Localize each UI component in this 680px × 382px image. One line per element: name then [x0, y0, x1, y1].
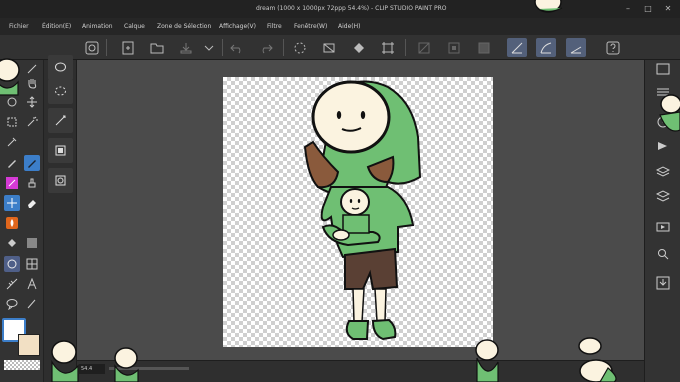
deselect-icon[interactable] — [414, 38, 434, 57]
zoom-value[interactable]: 54.4 — [79, 364, 105, 374]
menu-edit[interactable]: Édition(E) — [42, 23, 71, 30]
fill-tool-icon[interactable] — [4, 235, 20, 251]
selection-pen-subtool-icon[interactable] — [48, 138, 73, 163]
import-icon[interactable] — [653, 273, 673, 293]
pen-stabilizer-1-icon[interactable] — [507, 38, 527, 57]
new-document-icon[interactable] — [118, 38, 138, 57]
command-bar — [0, 35, 680, 60]
figure-icon[interactable] — [4, 256, 20, 272]
move-icon[interactable] — [24, 94, 40, 110]
pencil-icon[interactable] — [24, 155, 40, 171]
maximize-button[interactable]: □ — [642, 3, 654, 15]
canvas[interactable] — [223, 77, 493, 347]
clear-icon[interactable] — [319, 38, 339, 57]
frame-border-icon[interactable] — [24, 256, 40, 272]
character-illustration — [303, 80, 422, 341]
shrink-select-subtool-icon[interactable] — [48, 108, 73, 133]
magic-wand-icon[interactable] — [24, 114, 40, 130]
menu-layer[interactable]: Calque — [124, 23, 145, 30]
text-icon[interactable] — [24, 276, 40, 292]
menu-filter[interactable]: Filtre — [267, 23, 282, 30]
rotate-icon[interactable] — [4, 94, 20, 110]
gradient-icon[interactable] — [24, 235, 40, 251]
open-icon[interactable] — [147, 38, 167, 57]
balloon-icon[interactable] — [4, 296, 20, 312]
menu-animation[interactable]: Animation — [82, 23, 113, 30]
title-bar: dream (1000 x 1000px 72ppp 54.4%) - CLIP… — [0, 0, 680, 18]
polyline-subtool-icon[interactable] — [48, 79, 73, 104]
timeline-icon[interactable] — [653, 217, 673, 237]
layers-icon[interactable] — [653, 186, 673, 206]
layer-property-icon[interactable] — [653, 82, 673, 102]
clip-studio-icon[interactable] — [82, 38, 102, 57]
lasso-subtool-icon[interactable] — [48, 55, 73, 80]
invert-selection-icon[interactable] — [444, 38, 464, 57]
navigator-icon[interactable] — [653, 59, 673, 79]
selection-eraser-subtool-icon[interactable] — [48, 168, 73, 193]
history-icon[interactable] — [653, 112, 673, 132]
window-title: dream (1000 x 1000px 72ppp 54.4%) - CLIP… — [256, 5, 447, 12]
material-search-icon[interactable] — [653, 244, 673, 264]
fill-icon[interactable] — [349, 38, 369, 57]
brush-icon[interactable] — [4, 175, 20, 191]
save-icon[interactable] — [176, 38, 196, 57]
menu-bar: Fichier Édition(E) Animation Calque Zone… — [0, 18, 680, 35]
pen-icon[interactable] — [4, 155, 20, 171]
help-icon[interactable] — [603, 38, 623, 57]
zoom-slider[interactable] — [109, 367, 189, 370]
pen-stabilizer-3-icon[interactable] — [566, 38, 586, 57]
sub-color-swatch[interactable] — [18, 334, 40, 356]
layer-search-icon[interactable] — [653, 162, 673, 182]
right-panel — [644, 60, 680, 382]
decoration-icon[interactable] — [4, 195, 20, 211]
menu-window[interactable]: Fenêtre(W) — [294, 23, 327, 30]
status-bar: 54.4 — [77, 360, 644, 382]
menu-view[interactable]: Affichage(V) — [219, 23, 256, 30]
eyedropper-icon[interactable] — [4, 134, 20, 150]
export-dropdown-icon[interactable] — [199, 38, 219, 57]
airbrush-icon[interactable] — [24, 175, 40, 191]
loading-icon[interactable] — [290, 38, 310, 57]
menu-selection[interactable]: Zone de Sélection — [157, 23, 211, 30]
eraser-icon[interactable] — [24, 195, 40, 211]
sub-tool-column — [44, 55, 77, 382]
undo-icon[interactable] — [227, 38, 247, 57]
selection-rect-icon[interactable] — [4, 114, 20, 130]
tool-column — [0, 60, 44, 382]
menu-file[interactable]: Fichier — [9, 23, 29, 30]
correct-line-icon[interactable] — [24, 296, 40, 312]
select-all-icon[interactable] — [474, 38, 494, 57]
transform-icon[interactable] — [378, 38, 398, 57]
zoom-icon[interactable] — [4, 61, 20, 77]
redo-icon[interactable] — [256, 38, 276, 57]
ruler-icon[interactable] — [4, 276, 20, 292]
transparent-color-swatch[interactable] — [4, 360, 40, 370]
close-button[interactable]: ✕ — [662, 3, 674, 15]
hand-icon[interactable] — [24, 75, 40, 91]
blend-icon[interactable] — [4, 215, 20, 231]
pen-stabilizer-2-icon[interactable] — [536, 38, 556, 57]
tool-panel — [0, 55, 77, 382]
menu-help[interactable]: Aide(H) — [338, 23, 360, 30]
minimize-button[interactable]: – — [622, 3, 634, 15]
auto-action-icon[interactable] — [653, 136, 673, 156]
